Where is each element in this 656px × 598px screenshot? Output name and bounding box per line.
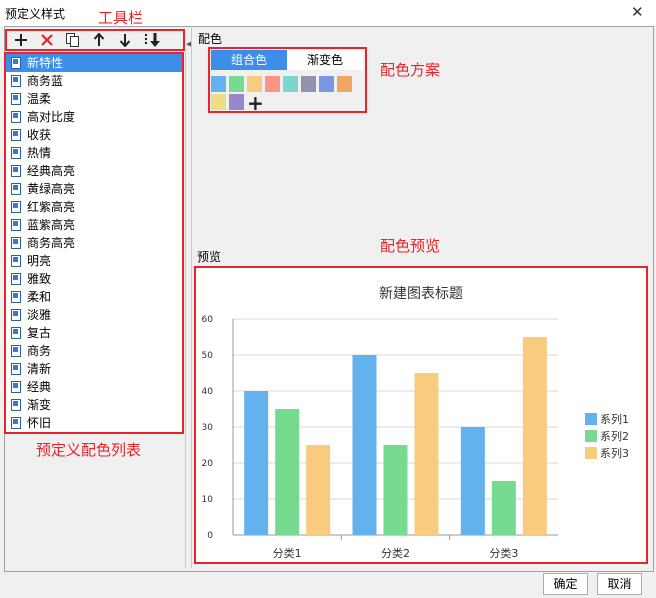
toolbar-annotation: 工具栏	[98, 9, 144, 27]
toolbar-highlight	[5, 29, 185, 51]
preview-annotation: 配色预览	[380, 237, 441, 255]
color-section-label: 配色	[198, 32, 223, 46]
ok-button[interactable]: 确定	[543, 573, 588, 595]
color-scheme-highlight	[208, 47, 367, 113]
preview-highlight	[194, 266, 648, 564]
splitter[interactable]	[186, 28, 190, 568]
list-highlight	[4, 52, 184, 434]
list-annotation: 预定义配色列表	[36, 441, 142, 459]
window-title: 预定义样式	[5, 7, 66, 21]
close-button[interactable]: ✕	[631, 3, 644, 21]
preview-section-label: 预览	[197, 250, 222, 264]
cancel-button[interactable]: 取消	[597, 573, 642, 595]
color-scheme-annotation: 配色方案	[380, 61, 441, 79]
